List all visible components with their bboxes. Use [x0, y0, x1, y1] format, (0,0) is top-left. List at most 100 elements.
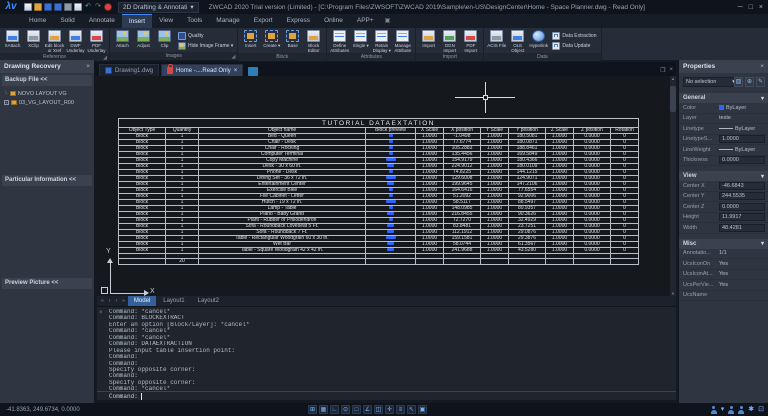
close-icon[interactable]: ×: [99, 309, 103, 316]
ribbon-tab-app[interactable]: APP+: [350, 14, 381, 28]
ribbon-tab-manage[interactable]: Manage: [209, 14, 247, 28]
pdf-underlay-button[interactable]: PDF Underlay: [86, 29, 107, 53]
adjust-button[interactable]: Adjust: [133, 29, 154, 48]
ortho-toggle[interactable]: ∟: [330, 405, 339, 414]
dyn-input-toggle[interactable]: ✛: [385, 405, 394, 414]
property-value[interactable]: 0.0000: [719, 202, 765, 211]
close-button[interactable]: ×: [759, 4, 763, 11]
clip-button[interactable]: Clip: [154, 29, 175, 48]
backup-file-section-header[interactable]: Backup File <<: [2, 75, 92, 86]
polar-toggle[interactable]: ⊙: [341, 405, 350, 414]
snap-toggle[interactable]: ⊞: [308, 405, 317, 414]
toggle-pickadd-icon[interactable]: ✎: [756, 77, 765, 87]
redo-icon[interactable]: ↷: [94, 3, 102, 11]
ribbon-tab-home[interactable]: Home: [22, 14, 53, 28]
expand-icon[interactable]: +: [4, 100, 9, 105]
hide-image-frame-button[interactable]: Hide Image Frame ▾: [178, 42, 233, 50]
section-header-general[interactable]: General ▾: [679, 93, 768, 103]
osnap-toggle[interactable]: □: [352, 405, 361, 414]
drawing-canvas[interactable]: TUTORIAL DATAEXTATION Object Type Quantity…: [97, 76, 676, 296]
dialog-launcher-icon[interactable]: ◢: [103, 54, 107, 62]
scrollbar-thumb[interactable]: [670, 86, 676, 112]
dgn-import-button[interactable]: DGN Import: [439, 29, 460, 53]
import-button[interactable]: Import: [418, 29, 439, 48]
close-icon[interactable]: ×: [234, 68, 238, 74]
data-update-button[interactable]: Data Update: [552, 42, 596, 50]
property-value[interactable]: ByLayer: [719, 147, 768, 153]
layout-tab-layout1[interactable]: Layout1: [157, 296, 190, 306]
preview-icon[interactable]: [74, 3, 82, 11]
annotation-scale-dropdown[interactable]: ▾: [721, 405, 725, 414]
command-input[interactable]: Command:: [97, 391, 676, 400]
layout-nav-icon[interactable]: «: [99, 298, 106, 304]
data-extraction-button[interactable]: Data Extraction: [552, 32, 597, 40]
workspace-selector[interactable]: 2D Drafting & Annotati ▾: [118, 1, 199, 13]
command-window[interactable]: × Command: *cancel* Command: BLOCKEXTRACT…: [97, 306, 676, 400]
property-value[interactable]: 0.0000: [719, 156, 765, 165]
quick-select-icon[interactable]: ▨: [734, 77, 743, 87]
settings-gear-icon[interactable]: ✱: [748, 405, 754, 414]
annotation-monitor-icon[interactable]: [738, 405, 745, 414]
ribbon-tab-express[interactable]: Express: [280, 14, 317, 28]
section-header-view[interactable]: View ▾: [679, 171, 768, 181]
block-editor-button[interactable]: Block Editor: [303, 29, 324, 53]
select-objects-icon[interactable]: ⊕: [745, 77, 754, 87]
quality-button[interactable]: Quality: [178, 32, 233, 40]
single-button[interactable]: Single ▾: [350, 29, 371, 48]
dwf-underlay-button[interactable]: DWF Underlay: [65, 29, 86, 53]
create-button[interactable]: Create ▾: [261, 29, 282, 48]
minimize-button[interactable]: ─: [738, 4, 743, 11]
close-icon[interactable]: ×: [760, 63, 764, 70]
layout-nav-icon[interactable]: »: [120, 298, 127, 304]
new-drawing-icon[interactable]: [248, 67, 259, 76]
ribbon-tab-export[interactable]: Export: [247, 14, 280, 28]
maximize-button[interactable]: □: [749, 4, 753, 11]
acis-file-button[interactable]: ACIS File: [486, 29, 507, 48]
dyn-ucs-toggle[interactable]: ◫: [374, 405, 383, 414]
layout-nav-icon[interactable]: ‹: [107, 298, 113, 304]
fullscreen-icon[interactable]: ⊡: [758, 405, 764, 414]
xattach-button[interactable]: XAttach: [2, 29, 23, 48]
plot-icon[interactable]: [64, 3, 72, 11]
backup-file-item[interactable]: +03_VG_LAYOUT_R00: [4, 98, 92, 107]
insert-button[interactable]: Insert: [240, 29, 261, 48]
layout-tab-layout2[interactable]: Layout2: [192, 296, 225, 306]
property-value[interactable]: Yes: [719, 282, 768, 288]
property-value[interactable]: -46.6843: [719, 181, 765, 190]
property-value[interactable]: 48.4281: [719, 223, 765, 232]
particular-information-section-header[interactable]: Particular Information <<: [2, 175, 92, 186]
undo-icon[interactable]: ↶: [84, 3, 92, 11]
property-value[interactable]: ByLayer: [719, 105, 768, 111]
preview-picture-section-header[interactable]: Preview Picture <<: [2, 278, 92, 289]
ole-object-button[interactable]: OLE Object: [507, 29, 528, 53]
property-value[interactable]: 1/1: [719, 250, 768, 256]
section-header-misc[interactable]: Misc ▾: [679, 238, 768, 249]
grid-toggle[interactable]: ▦: [319, 405, 328, 414]
hyperlink-button[interactable]: Hyperlink: [528, 29, 549, 48]
vertical-scrollbar[interactable]: ▲ ▼: [670, 76, 676, 296]
doc-tab-drawing1-dwg[interactable]: Drawing1.dwg: [99, 64, 160, 76]
property-value[interactable]: teste: [719, 115, 768, 121]
save-icon[interactable]: [44, 3, 52, 11]
base-button[interactable]: Base: [282, 29, 303, 48]
open-file-icon[interactable]: [34, 3, 42, 11]
viewport-toggle[interactable]: ▣: [418, 405, 427, 414]
manage-attribute-button[interactable]: Manage Attribute: [392, 29, 413, 53]
auto-annotation-icon[interactable]: [728, 405, 735, 414]
scroll-up-icon[interactable]: ▲: [670, 76, 676, 81]
ribbon-tab-solid[interactable]: Solid: [53, 14, 81, 28]
close-icon[interactable]: ×: [86, 63, 90, 70]
record-icon[interactable]: [104, 3, 112, 11]
ribbon-tab-view[interactable]: View: [152, 14, 180, 28]
pdf-import-button[interactable]: PDF Import: [460, 29, 481, 53]
save-all-icon[interactable]: [54, 3, 62, 11]
annotation-visibility-icon[interactable]: [710, 405, 717, 414]
property-value[interactable]: 244.5535: [719, 192, 765, 201]
ribbon-tab-tools[interactable]: Tools: [180, 14, 209, 28]
edit-block-or-xref-button[interactable]: Edit block or Xref: [44, 29, 65, 53]
define-attributes-button[interactable]: Define Attributes: [329, 29, 350, 53]
ribbon-tab-online[interactable]: Online: [317, 14, 350, 28]
cursor-toggle[interactable]: ↖: [407, 405, 416, 414]
xclip-button[interactable]: XClip: [23, 29, 44, 48]
ribbon-tab-annotate[interactable]: Annotate: [82, 14, 122, 28]
